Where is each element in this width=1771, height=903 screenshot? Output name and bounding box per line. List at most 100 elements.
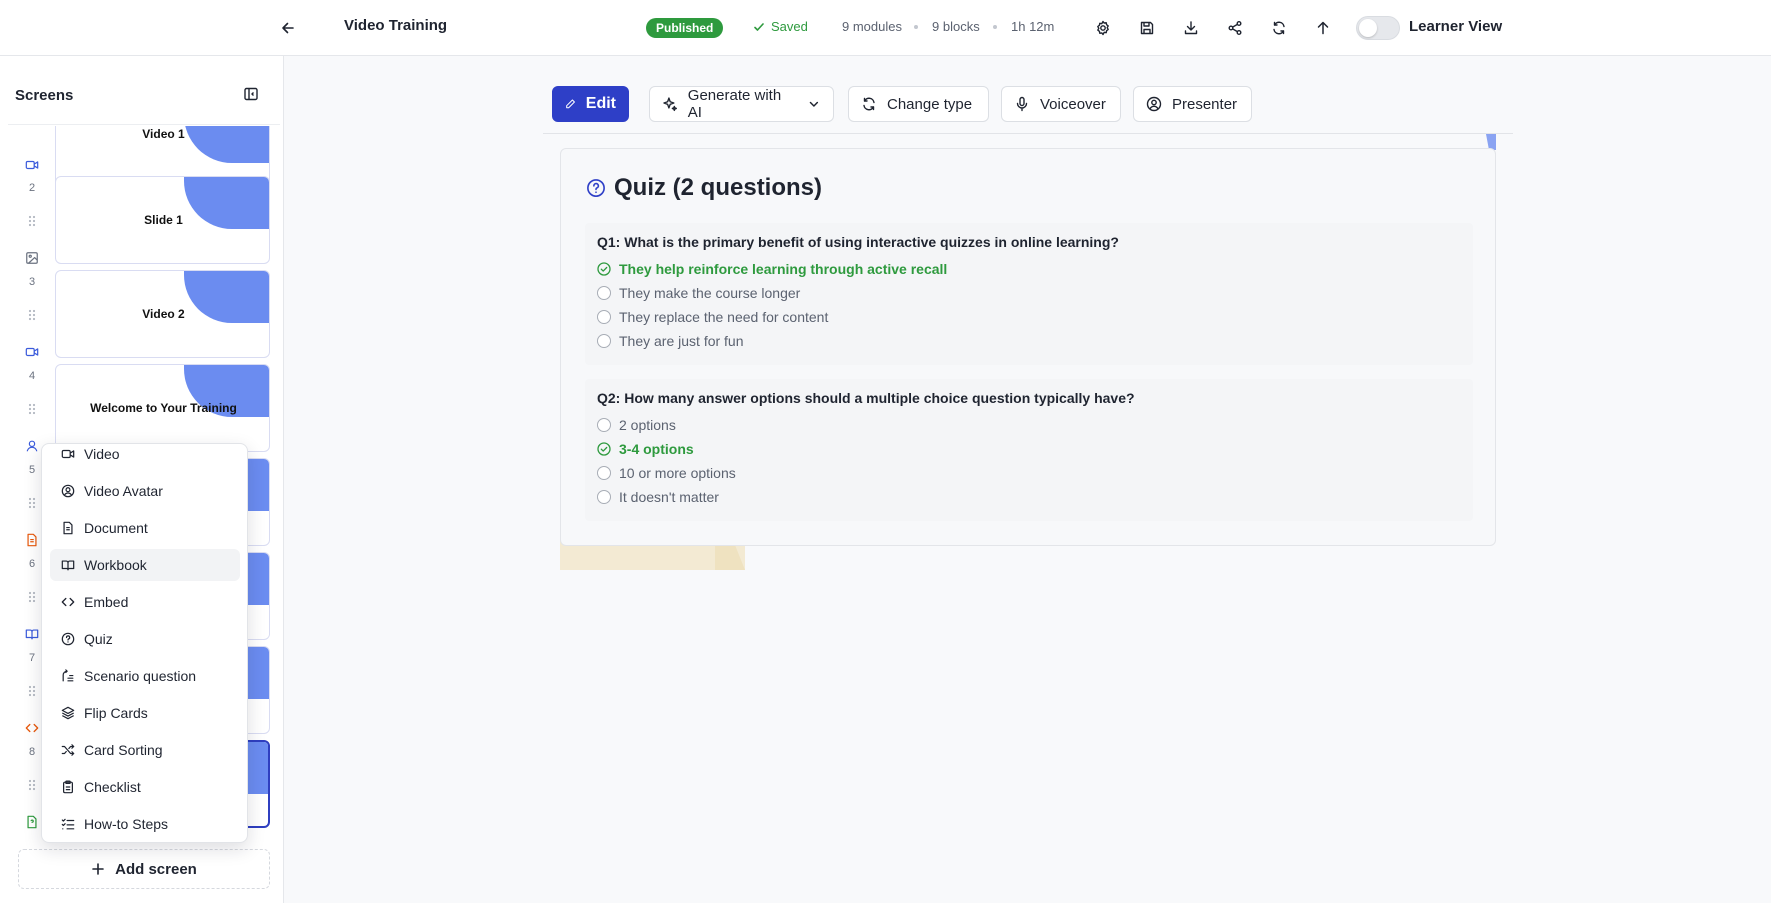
drag-handle-icon[interactable] xyxy=(26,308,38,322)
collapse-sidebar-button[interactable] xyxy=(243,86,261,104)
save-button[interactable] xyxy=(1136,17,1158,39)
menu-item-embed[interactable]: Embed xyxy=(50,586,240,618)
menu-item-scenario-question[interactable]: Scenario question xyxy=(50,660,240,692)
screen-thumbnail[interactable]: Video 2 xyxy=(55,270,270,358)
question-text: Q1: What is the primary benefit of using… xyxy=(597,234,1119,250)
panel-left-icon xyxy=(244,87,258,101)
menu-item-quiz[interactable]: Quiz xyxy=(50,623,240,655)
drag-handle-icon[interactable] xyxy=(26,214,38,228)
separator-dot xyxy=(993,25,997,29)
generate-ai-button[interactable]: Generate with AI xyxy=(649,86,834,122)
menu-item-document[interactable]: Document xyxy=(50,512,240,544)
screen-title: Video 2 xyxy=(142,307,185,321)
change-type-button[interactable]: Change type xyxy=(848,86,989,122)
microphone-icon xyxy=(1016,96,1028,112)
embed-icon xyxy=(61,597,75,607)
answer-text: 3-4 options xyxy=(619,441,694,457)
voiceover-button[interactable]: Voiceover xyxy=(1001,86,1121,122)
duration: 1h 12m xyxy=(1011,19,1055,34)
radio-circle xyxy=(597,490,611,504)
learner-view-toggle[interactable] xyxy=(1356,16,1400,40)
edit-button[interactable]: Edit xyxy=(552,86,629,122)
settings-button[interactable] xyxy=(1092,17,1114,39)
menu-item-label: Scenario question xyxy=(84,668,197,684)
modules-count: 9 modules xyxy=(842,19,902,34)
scenario-icon xyxy=(62,669,74,682)
avatar-icon xyxy=(26,440,38,452)
toggle-knob xyxy=(1359,19,1377,37)
answer-text: They make the course longer xyxy=(619,285,801,301)
back-button[interactable] xyxy=(276,16,300,40)
answer-text: 2 options xyxy=(619,417,676,433)
drag-handle-icon[interactable] xyxy=(26,684,38,698)
drag-handle-icon[interactable] xyxy=(26,496,38,510)
publish-button[interactable] xyxy=(1312,17,1334,39)
avatar-icon xyxy=(61,484,75,498)
quiz-preview-card[interactable]: Quiz (2 questions) Q1: What is the prima… xyxy=(560,148,1496,546)
plus-icon xyxy=(92,863,104,875)
menu-item-flip-cards[interactable]: Flip Cards xyxy=(50,697,240,729)
add-screen-button[interactable]: Add screen xyxy=(18,849,270,889)
refresh-icon xyxy=(1273,21,1285,35)
answer-text: 10 or more options xyxy=(619,465,736,481)
menu-item-label: Quiz xyxy=(84,631,113,647)
menu-item-label: Video xyxy=(84,446,120,462)
screen-thumbnail[interactable]: Slide 1 xyxy=(55,176,270,264)
download-icon xyxy=(1184,21,1198,35)
menu-item-label: Flip Cards xyxy=(84,705,148,721)
menu-item-video-avatar[interactable]: Video Avatar xyxy=(50,475,240,507)
drag-handle-icon[interactable] xyxy=(26,590,38,604)
screen-type-quiz-icon xyxy=(24,814,40,830)
radio-circle xyxy=(597,310,611,324)
drag-handle-icon[interactable] xyxy=(26,402,38,416)
blocks-count: 9 blocks xyxy=(932,19,980,34)
status-badge: Published xyxy=(646,18,724,38)
screen-number: 8 xyxy=(28,746,36,758)
radio-circle xyxy=(597,466,611,480)
sync-button[interactable] xyxy=(1268,17,1290,39)
screen-number: 4 xyxy=(28,370,36,382)
presenter-button[interactable]: Presenter xyxy=(1133,86,1252,122)
arrow-left-icon xyxy=(282,22,294,34)
download-button[interactable] xyxy=(1180,17,1202,39)
chevron-down-icon xyxy=(809,101,819,107)
workbook-icon xyxy=(25,629,39,640)
radio-circle xyxy=(597,334,611,348)
sidebar-divider xyxy=(8,124,280,125)
screen-number: 7 xyxy=(28,652,36,664)
answer-option: 10 or more options xyxy=(597,465,736,481)
menu-item-card-sorting[interactable]: Card Sorting xyxy=(50,734,240,766)
menu-item-workbook[interactable]: Workbook xyxy=(50,549,240,581)
screen-type-workbook-icon xyxy=(24,626,40,642)
menu-item-video[interactable]: Video xyxy=(50,444,240,470)
course-title: Video Training xyxy=(344,17,448,34)
screen-type-document-icon xyxy=(24,532,40,548)
pencil-icon xyxy=(566,99,575,109)
drag-handle-icon[interactable] xyxy=(26,778,38,792)
image-icon xyxy=(26,252,38,264)
screen-number: 6 xyxy=(28,558,36,570)
refresh-icon xyxy=(863,97,875,111)
menu-item-label: How-to Steps xyxy=(84,816,169,832)
saved-label: Saved xyxy=(771,19,808,34)
shuffle-icon xyxy=(61,744,75,756)
menu-item-checklist[interactable]: Checklist xyxy=(50,771,240,803)
sidebar-title: Screens xyxy=(15,87,74,104)
saved-indicator: Saved xyxy=(753,19,808,34)
question-block: Q1: What is the primary benefit of using… xyxy=(585,223,1473,365)
answer-option: They replace the need for content xyxy=(597,309,828,325)
menu-item-how-to-steps[interactable]: How-to Steps xyxy=(50,808,240,840)
share-button[interactable] xyxy=(1224,17,1246,39)
screen-title: Slide 1 xyxy=(144,213,183,227)
answer-option: They are just for fun xyxy=(597,333,744,349)
arrow-up-icon xyxy=(1317,21,1329,35)
voiceover-label: Voiceover xyxy=(1040,95,1106,113)
quiz-title: Quiz (2 questions) xyxy=(614,174,823,201)
check-circle-icon xyxy=(597,442,611,456)
screen-number: 2 xyxy=(28,182,36,194)
quiz-heading: Quiz (2 questions) xyxy=(586,174,822,202)
sparkles-icon xyxy=(663,97,677,112)
list-checks-icon xyxy=(61,818,75,830)
answer-text: They are just for fun xyxy=(619,333,744,349)
screen-thumbnail[interactable]: Welcome to Your Training xyxy=(55,364,270,452)
